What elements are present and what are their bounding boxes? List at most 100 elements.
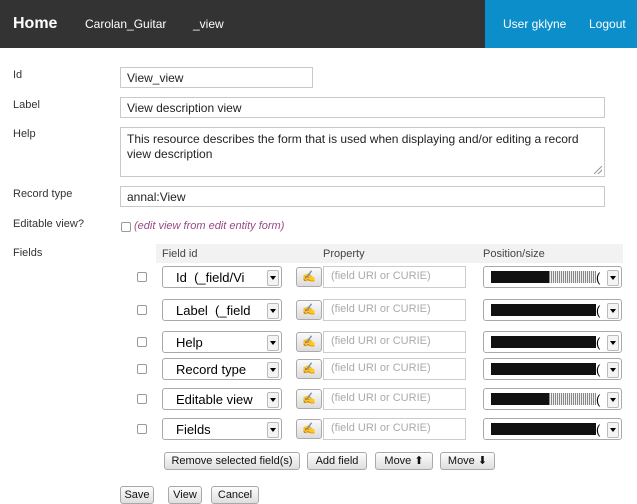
logout-link[interactable]: Logout [589,0,626,48]
position-size-select[interactable]: ( [483,418,622,440]
field-id-select[interactable]: Help [162,331,282,353]
move-down-button[interactable]: Move ⬇ [440,452,495,470]
chevron-down-icon[interactable] [267,422,279,438]
position-size-select[interactable]: ( [483,266,622,288]
field-id-value: Id (_field/Vi [176,270,245,285]
user-area: User gklyne Logout [485,0,637,48]
pen-icon: ✍ [302,363,316,375]
field-row-checkbox[interactable] [137,305,147,315]
field-row-checkbox[interactable] [137,337,147,347]
pen-icon: ✍ [302,304,316,316]
help-text: This resource describes the form that is… [127,132,579,161]
position-size-select[interactable]: ( [483,358,622,380]
chevron-down-icon[interactable] [607,362,619,378]
field-id-select[interactable]: Editable view [162,388,282,410]
field-id-select[interactable]: Fields [162,418,282,440]
chevron-down-icon[interactable] [607,270,619,286]
save-button[interactable]: Save [120,486,154,504]
position-paren: ( [596,270,601,285]
property-field[interactable]: (field URI or CURIE) [323,299,466,321]
editable-view-label: Editable view? [13,218,84,230]
position-size-bar [491,271,596,283]
position-size-fill [491,423,596,435]
chevron-down-icon[interactable] [267,392,279,408]
pen-icon: ✍ [302,271,316,283]
id-field[interactable]: View_view [120,67,313,88]
position-size-fill [491,363,596,375]
top-nav-bar: Home Carolan_Guitar _view User gklyne Lo… [0,0,637,48]
field-id-value: Editable view [176,392,253,407]
id-label: Id [13,69,23,81]
field-row-checkbox[interactable] [137,364,147,374]
field-id-select[interactable]: Id (_field/Vi [162,266,282,288]
field-row-checkbox[interactable] [137,424,147,434]
pen-icon: ✍ [302,423,316,435]
user-link[interactable]: User gklyne [503,0,566,48]
position-size-select[interactable]: ( [483,299,622,321]
editable-view-checkbox[interactable] [121,222,131,232]
resize-grip-icon[interactable] [594,166,602,174]
field-id-value: Record type [176,362,247,377]
field-id-select[interactable]: Record type [162,358,282,380]
header-position-size: Position/size [483,248,545,260]
position-size-bar [491,336,596,348]
position-size-bar [491,363,596,375]
position-size-remainder [549,271,596,283]
field-row-checkbox[interactable] [137,272,147,282]
edit-field-button[interactable]: ✍ [296,389,322,409]
edit-field-button[interactable]: ✍ [296,300,322,320]
position-paren: ( [596,422,601,437]
position-size-fill [491,304,596,316]
chevron-down-icon[interactable] [267,303,279,319]
editable-view-note: (edit view from edit entity form) [134,220,285,232]
record-type-field[interactable]: annal:View [120,186,605,207]
add-field-button[interactable]: Add field [307,452,367,470]
edit-field-button[interactable]: ✍ [296,359,322,379]
edit-field-button[interactable]: ✍ [296,267,322,287]
chevron-down-icon[interactable] [267,335,279,351]
position-size-bar [491,393,596,405]
nav-home-link[interactable]: Home [13,0,57,48]
nav-collection-link[interactable]: Carolan_Guitar [85,0,166,48]
position-size-bar [491,304,596,316]
nav-view-link[interactable]: _view [193,0,224,48]
fields-table-header [156,244,623,263]
chevron-down-icon[interactable] [267,362,279,378]
header-field-id: Field id [162,248,198,260]
position-paren: ( [596,362,601,377]
help-field[interactable]: This resource describes the form that is… [120,127,605,177]
pen-icon: ✍ [302,336,316,348]
remove-fields-button[interactable]: Remove selected field(s) [164,452,300,470]
chevron-down-icon[interactable] [267,270,279,286]
edit-field-button[interactable]: ✍ [296,332,322,352]
label-label: Label [13,99,40,111]
pen-icon: ✍ [302,393,316,405]
property-field[interactable]: (field URI or CURIE) [323,266,466,288]
position-size-select[interactable]: ( [483,331,622,353]
record-type-label: Record type [13,188,73,200]
field-id-select[interactable]: Label (_field [162,299,282,321]
field-row-checkbox[interactable] [137,394,147,404]
position-size-select[interactable]: ( [483,388,622,410]
cancel-button[interactable]: Cancel [211,486,259,504]
position-size-fill [491,336,596,348]
position-size-fill [491,271,549,283]
field-id-value: Fields [176,422,211,437]
property-field[interactable]: (field URI or CURIE) [323,331,466,353]
property-field[interactable]: (field URI or CURIE) [323,418,466,440]
field-id-value: Label (_field [176,303,251,318]
chevron-down-icon[interactable] [607,303,619,319]
property-field[interactable]: (field URI or CURIE) [323,358,466,380]
label-field[interactable]: View description view [120,97,605,118]
view-button[interactable]: View [168,486,202,504]
move-up-button[interactable]: Move ⬆ [375,452,433,470]
property-field[interactable]: (field URI or CURIE) [323,388,466,410]
chevron-down-icon[interactable] [607,422,619,438]
header-property: Property [323,248,365,260]
edit-field-button[interactable]: ✍ [296,419,322,439]
position-size-bar [491,423,596,435]
position-size-remainder [549,393,596,405]
position-paren: ( [596,303,601,318]
chevron-down-icon[interactable] [607,392,619,408]
chevron-down-icon[interactable] [607,335,619,351]
